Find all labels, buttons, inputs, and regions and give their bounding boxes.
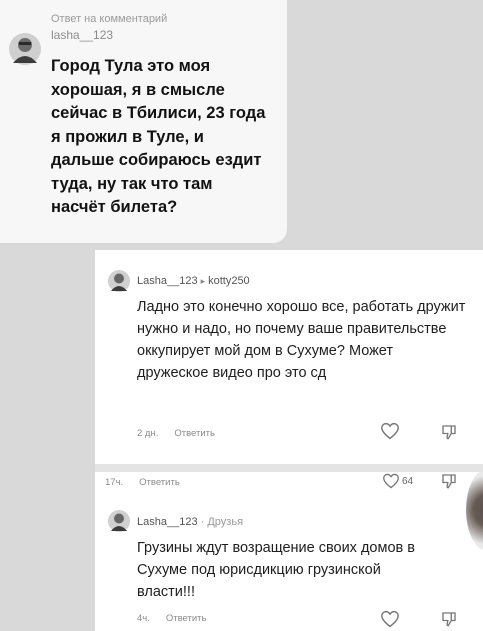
- comment-username[interactable]: Lasha__123: [137, 275, 198, 287]
- dislike-icon[interactable]: [440, 472, 458, 490]
- heart-icon[interactable]: [380, 610, 400, 628]
- comment-meta: 17ч. Ответить: [105, 477, 180, 488]
- reply-username[interactable]: lasha__123: [51, 28, 113, 42]
- reply-arrow-icon: ▸: [200, 276, 206, 286]
- friends-badge: · Друзья: [200, 516, 244, 528]
- comment-text: Грузины ждут возращение своих домов в Су…: [137, 540, 415, 600]
- comment-author[interactable]: Lasha__123 · Друзья: [137, 516, 243, 528]
- dislike-icon[interactable]: [440, 610, 458, 628]
- comment-author[interactable]: Lasha__123 ▸ kotty250: [137, 275, 250, 287]
- reply-to-username[interactable]: kotty250: [208, 275, 250, 287]
- comment-meta: 2 дн. Ответить: [137, 428, 215, 439]
- divider: [95, 464, 483, 472]
- comment-time: 4ч.: [137, 613, 150, 624]
- comment-text: Ладно это конечно хорошо все, работать д…: [137, 299, 466, 381]
- reply-header: Ответ на комментарий: [51, 13, 168, 25]
- comment-username[interactable]: Lasha__123: [137, 516, 198, 528]
- like-count: 64: [402, 476, 414, 487]
- reply-button[interactable]: Ответить: [166, 613, 207, 624]
- comment-time: 2 дн.: [137, 428, 159, 439]
- avatar[interactable]: [9, 33, 41, 65]
- comment-time: 17ч.: [105, 477, 124, 488]
- dislike-icon[interactable]: [440, 423, 458, 441]
- heart-icon[interactable]: [382, 473, 400, 489]
- reply-button[interactable]: Ответить: [174, 428, 215, 439]
- heart-icon[interactable]: [380, 422, 400, 440]
- reply-button[interactable]: Ответить: [139, 477, 180, 488]
- avatar[interactable]: [108, 510, 130, 532]
- reply-bubble: Ответ на комментарий lasha__123 Город Ту…: [0, 0, 287, 243]
- avatar[interactable]: [108, 270, 130, 292]
- comment-meta: 4ч. Ответить: [137, 613, 206, 624]
- reply-text: Город Тула это моя хорошая, я в смысле с…: [51, 57, 266, 216]
